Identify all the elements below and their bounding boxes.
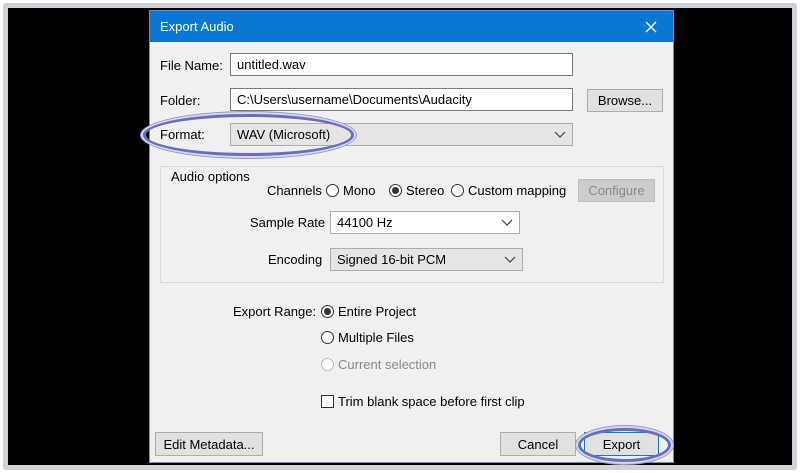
file-name-label: File Name: — [160, 58, 223, 73]
format-label: Format: — [160, 127, 205, 142]
custom-mapping-label: Custom mapping — [468, 183, 567, 198]
edit-metadata-button[interactable]: Edit Metadata... — [155, 432, 263, 456]
close-icon — [645, 21, 657, 32]
mono-label: Mono — [343, 183, 376, 198]
radio-custom-mapping[interactable] — [451, 184, 464, 197]
browse-button[interactable]: Browse... — [587, 89, 663, 112]
dialog-title: Export Audio — [160, 19, 234, 34]
channels-label: Channels — [267, 183, 322, 198]
sample-rate-value: 44100 Hz — [337, 215, 393, 230]
encoding-label: Encoding — [268, 252, 323, 267]
export-button[interactable]: Export — [584, 432, 659, 456]
radio-current-selection[interactable] — [321, 358, 334, 371]
trim-checkbox[interactable] — [321, 395, 334, 408]
export-audio-dialog: Export Audio File Name: untitled.wav Fol… — [149, 10, 674, 463]
radio-entire-project[interactable] — [321, 305, 334, 318]
encoding-value: Signed 16-bit PCM — [337, 252, 447, 267]
chevron-down-icon — [554, 131, 566, 138]
current-selection-label: Current selection — [338, 357, 437, 372]
close-button[interactable] — [629, 11, 673, 42]
folder-input[interactable]: C:\Users\username\Documents\Audacity — [230, 88, 573, 111]
format-select-value: WAV (Microsoft) — [237, 127, 331, 142]
stereo-label: Stereo — [406, 183, 445, 198]
configure-button[interactable]: Configure — [578, 179, 655, 202]
audio-options-title: Audio options — [170, 169, 251, 184]
sample-rate-label: Sample Rate — [250, 215, 326, 230]
entire-project-label: Entire Project — [338, 304, 417, 319]
trim-label: Trim blank space before first clip — [338, 394, 525, 409]
radio-stereo[interactable] — [389, 184, 402, 197]
export-range-label: Export Range: — [233, 304, 317, 319]
radio-mono[interactable] — [326, 184, 339, 197]
sample-rate-select[interactable]: 44100 Hz — [330, 211, 520, 234]
file-name-input[interactable]: untitled.wav — [230, 53, 573, 76]
chevron-down-icon — [501, 219, 513, 226]
folder-label: Folder: — [160, 93, 201, 108]
encoding-select[interactable]: Signed 16-bit PCM — [330, 248, 523, 271]
title-bar: Export Audio — [150, 11, 673, 42]
format-select[interactable]: WAV (Microsoft) — [230, 123, 573, 146]
radio-multiple-files[interactable] — [321, 331, 334, 344]
chevron-down-icon — [504, 256, 516, 263]
multiple-files-label: Multiple Files — [338, 330, 414, 345]
cancel-button[interactable]: Cancel — [500, 432, 576, 456]
